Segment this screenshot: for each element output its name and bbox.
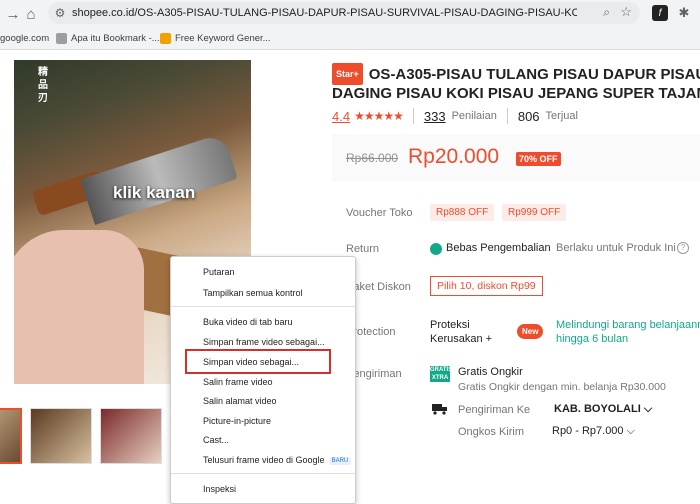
menu-item-picture-in-picture[interactable]: Picture-in-picture [203,416,271,426]
free-shipping-title: Gratis Ongkir [458,366,523,378]
title-line: OS-A305-PISAU TULANG PISAU DAPUR PISAU S… [368,66,700,83]
title-line: DAGING PISAU KOKI PISAU JEPANG SUPER TAJ… [332,85,700,102]
video-frame-shape [80,132,238,226]
video-context-menu: Putaran Tampilkan semua kontrol Buka vid… [170,256,356,504]
sold-label: Terjual [545,110,578,122]
package-discount-chip[interactable]: Pilih 10, diskon Rp99 [430,276,543,296]
extension-icon[interactable]: f [652,5,668,21]
protection-title: Proteksi Kerusakan + [430,318,492,346]
puzzle-extension-icon[interactable]: ✱ [676,5,692,21]
browser-toolbar: → ⌂ ⚙ shopee.co.id/OS-A305-PISAU-TULANG-… [0,0,700,28]
protection-desc-line: Melindungi barang belanjaanm [556,319,700,331]
rating-row: 4.4 ★★★★★ 333 Penilaian 806 Terjual [332,108,578,124]
protection-line: Kerusakan + [430,333,493,345]
bookmark-label: Apa itu Bookmark -... [71,33,160,44]
help-icon[interactable]: ? [677,242,689,254]
menu-item-cast[interactable]: Cast... [203,435,229,445]
menu-item-show-controls[interactable]: Tampilkan semua kontrol [203,288,303,298]
bookmark-label: Free Keyword Gener... [175,33,271,44]
site-settings-icon[interactable]: ⚙ [48,6,72,20]
price-box: Rp66.000 Rp20.000 70% OFF [332,134,700,182]
protection-line: Proteksi [430,319,470,331]
original-price: Rp66.000 [346,151,399,165]
return-label: Return [346,243,380,255]
truck-icon [432,404,447,415]
divider [412,108,414,124]
thumbnail[interactable] [30,408,92,464]
menu-item-open-video-new-tab[interactable]: Buka video di tab baru [203,317,293,327]
menu-item-inspect[interactable]: Inspeksi [203,484,236,494]
menu-item-save-frame-as[interactable]: Simpan frame video sebagai... [203,337,325,347]
reviews-label: Penilaian [451,110,497,122]
product-info: Star+ OS-A305-PISAU TULANG PISAU DAPUR PI… [332,50,700,464]
page-icon [160,33,171,44]
menu-item-copy-video-address[interactable]: Salin alamat video [203,396,277,406]
protection-description[interactable]: Melindungi barang belanjaanm hingga 6 bul… [556,318,700,346]
bookmark-item[interactable]: Free Keyword Gener... [160,33,271,44]
protection-desc-line: hingga 6 bulan [556,333,629,345]
zoom-icon[interactable]: ⌕ [603,5,610,20]
menu-divider [171,306,355,307]
bookmark-label: google.com [0,33,50,44]
video-watermark: 精 品 刃 [38,67,48,104]
free-shipping-icon: GRATIS XTRA [430,366,453,382]
return-subtext: Berlaku untuk Produk Ini [556,242,676,254]
menu-item-loop[interactable]: Putaran [203,267,235,277]
url-text: shopee.co.id/OS-A305-PISAU-TULANG-PISAU-… [72,7,577,19]
shipping-cost-dropdown[interactable]: Rp0 - Rp7.000 ⌵ [552,425,635,438]
page-icon [56,33,67,44]
video-frame-shape [14,230,144,384]
home-icon[interactable]: ⌂ [20,3,42,25]
ship-to-label: Pengiriman Ke [458,404,531,416]
sold-count: 806 [517,108,540,124]
video-caption: klik kanan [113,183,196,202]
return-text: Bebas Pengembalian [446,242,551,254]
return-icon [430,243,442,255]
voucher-chip[interactable]: Rp999 OFF [502,204,567,221]
voucher-label: Voucher Toko [346,207,413,219]
product-page: 精 品 刃 klik kanan Star+ OS-A305-PISAU TULA… [0,50,700,504]
shipping-cost-label: Ongkos Kirim [458,426,525,438]
highlight-box [185,349,331,374]
star-plus-badge: Star+ [332,63,363,85]
bookmark-star-icon[interactable]: ☆ [620,4,632,20]
address-bar[interactable]: ⚙ shopee.co.id/OS-A305-PISAU-TULANG-PISA… [48,2,640,24]
thumbnail[interactable] [100,408,162,464]
product-title: Star+ OS-A305-PISAU TULANG PISAU DAPUR PI… [332,63,700,103]
menu-item-copy-frame[interactable]: Salin frame video [203,377,273,387]
discount-badge: 70% OFF [516,152,561,166]
divider [506,108,508,124]
free-shipping-subtext: Gratis Ongkir dengan min. belanja Rp30.0… [458,381,666,393]
star-icons: ★★★★★ [354,109,404,123]
bookmark-item[interactable]: google.com [0,33,49,44]
menu-divider [171,473,355,474]
current-price: Rp20.000 [408,145,500,168]
thumbnail[interactable] [0,408,22,464]
bookmark-item[interactable]: Apa itu Bookmark -... [56,33,160,44]
reviews-count[interactable]: 333 [424,109,446,124]
ship-to-dropdown[interactable]: KAB. BOYOLALI ⌵ [554,403,652,416]
bookmarks-bar: google.com Apa itu Bookmark -... Free Ke… [0,28,700,50]
new-badge: New [517,324,544,339]
voucher-chip[interactable]: Rp888 OFF [430,204,495,221]
rating-value[interactable]: 4.4 [332,109,350,124]
